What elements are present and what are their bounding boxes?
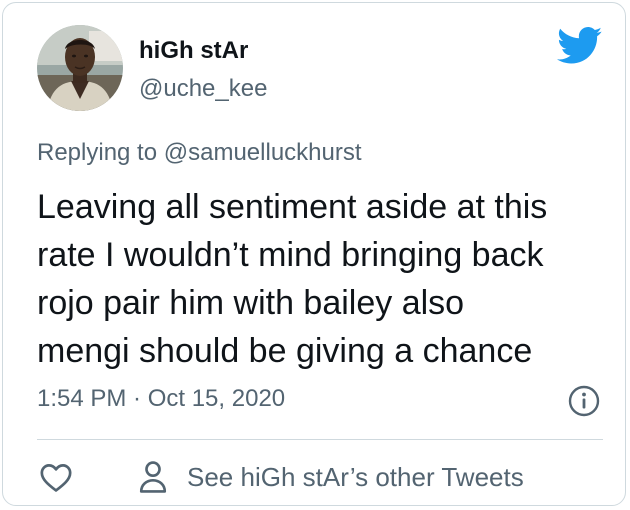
tweet-text-line: Leaving all sentiment aside at this — [37, 188, 548, 226]
person-icon — [139, 461, 167, 493]
see-other-tweets-label: See hiGh stAr’s other Tweets — [187, 461, 524, 492]
tweet-card: hiGh stAr @uche_kee Replying to @samuell… — [2, 2, 626, 506]
tweet-timestamp[interactable]: 1:54 PM · Oct 15, 2020 — [37, 385, 285, 413]
author-handle[interactable]: @uche_kee — [139, 75, 267, 103]
info-icon[interactable] — [568, 385, 600, 417]
avatar-photo — [37, 25, 123, 111]
tweet-text-line: rojo pair him with bailey also — [37, 284, 465, 322]
divider — [37, 439, 603, 440]
author-display-name[interactable]: hiGh stAr — [139, 37, 248, 65]
tweet-text-line: mengi should be giving a chance — [37, 332, 533, 370]
heart-icon[interactable] — [39, 461, 73, 493]
tweet-text: Leaving all sentiment aside at this rate… — [37, 183, 607, 375]
twitter-bird-icon[interactable] — [557, 27, 603, 65]
tweet-text-line: rate I wouldn’t mind bringing back — [37, 236, 544, 274]
reply-mention-link[interactable]: @samuelluckhurst — [164, 139, 362, 166]
reply-prefix: Replying to — [37, 139, 158, 166]
reply-context: Replying to @samuelluckhurst — [37, 139, 362, 167]
avatar[interactable] — [37, 25, 123, 111]
see-other-tweets-button[interactable]: See hiGh stAr’s other Tweets — [137, 459, 524, 495]
